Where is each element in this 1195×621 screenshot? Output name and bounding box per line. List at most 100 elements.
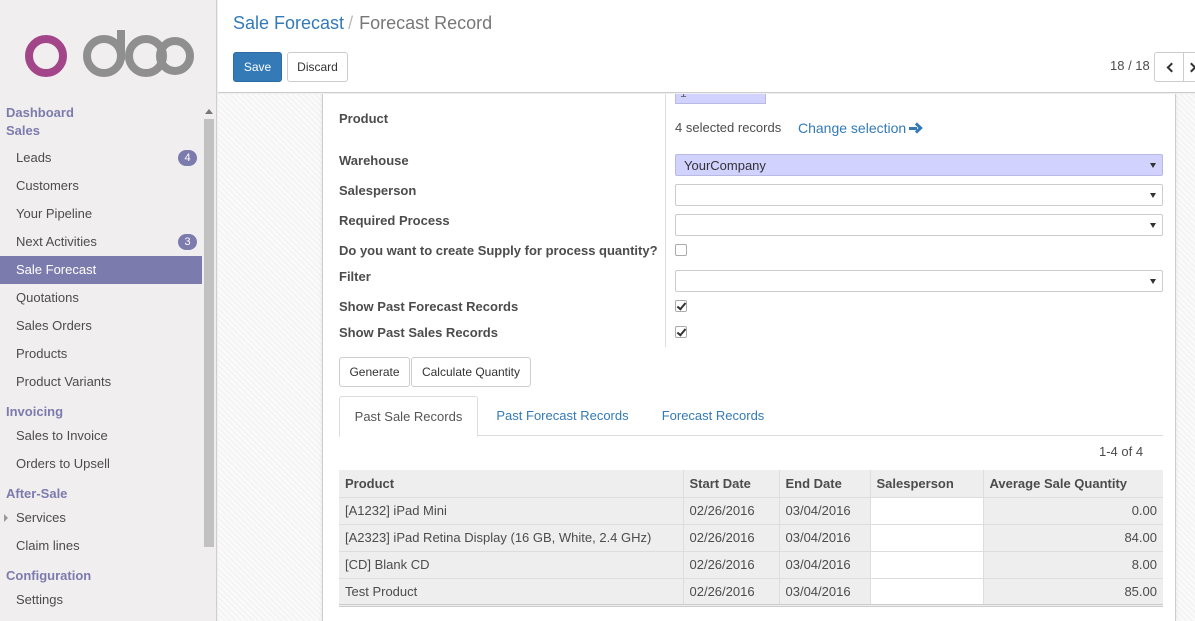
- sidebar-item-orders-to-upsell[interactable]: Orders to Upsell: [0, 450, 202, 478]
- warehouse-label: Warehouse: [339, 153, 409, 168]
- cell-average-quantity: 8.00: [983, 551, 1163, 579]
- menu-section-after-sale[interactable]: After-Sale: [0, 484, 202, 504]
- past-sales-label: Show Past Sales Records: [339, 325, 498, 340]
- table-footer: [339, 604, 1163, 607]
- scroll-up-arrow-icon[interactable]: [205, 109, 213, 114]
- required-process-select[interactable]: [675, 214, 1163, 236]
- quantity-input[interactable]: 1: [675, 94, 766, 104]
- sidebar-item-products[interactable]: Products: [0, 340, 202, 368]
- sidebar-item-label: Next Activities: [16, 234, 97, 249]
- supply-label: Do you want to create Supply for process…: [339, 243, 658, 258]
- change-selection-link[interactable]: Change selection: [798, 120, 920, 136]
- cell-end-date: 03/04/2016: [779, 524, 871, 552]
- menu-section-sales[interactable]: Sales: [0, 122, 202, 140]
- sidebar-item-quotations[interactable]: Quotations: [0, 284, 202, 312]
- save-button[interactable]: Save: [233, 52, 282, 82]
- sidebar-item-sale-forecast[interactable]: Sale Forecast: [0, 256, 202, 284]
- sidebar-item-sales-orders[interactable]: Sales Orders: [0, 312, 202, 340]
- sidebar-item-label: Customers: [16, 178, 79, 193]
- chevron-right-icon: [1186, 62, 1195, 73]
- calculate-quantity-button[interactable]: Calculate Quantity: [411, 357, 531, 387]
- cell-product: [CD] Blank CD: [339, 551, 684, 579]
- sidebar-item-label: Claim lines: [16, 538, 80, 553]
- dropdown-caret-icon: [1150, 223, 1156, 228]
- sidebar-item-sales-to-invoice[interactable]: Sales to Invoice: [0, 422, 202, 450]
- cell-product: [A1232] iPad Mini: [339, 497, 684, 525]
- activities-count-badge: 3: [178, 234, 197, 250]
- expand-caret-icon[interactable]: [4, 514, 8, 522]
- column-header-end-date[interactable]: End Date: [779, 470, 871, 498]
- salesperson-select[interactable]: [675, 184, 1163, 206]
- menu-section-dashboard[interactable]: Dashboard: [0, 104, 202, 122]
- change-selection-label: Change selection: [798, 120, 907, 136]
- scrollbar-thumb[interactable]: [204, 119, 214, 547]
- menu-section-configuration[interactable]: Configuration: [0, 566, 202, 586]
- cell-start-date: 02/26/2016: [683, 524, 780, 552]
- warehouse-select[interactable]: YourCompany: [675, 154, 1163, 176]
- records-pager[interactable]: 1-4 of 4: [1099, 444, 1143, 459]
- generate-button[interactable]: Generate: [339, 357, 410, 387]
- table-row[interactable]: [CD] Blank CD 02/26/2016 03/04/2016 8.00: [339, 551, 1163, 579]
- cell-start-date: 02/26/2016: [683, 497, 780, 525]
- sidebar-item-services[interactable]: Services: [0, 504, 202, 532]
- sidebar-menu: Dashboard Sales Leads 4 Customers Your P…: [0, 104, 202, 614]
- breadcrumb-parent-link[interactable]: Sale Forecast: [233, 13, 344, 33]
- table-row[interactable]: [A1232] iPad Mini 02/26/2016 03/04/2016 …: [339, 497, 1163, 525]
- sidebar-item-label: Leads: [16, 150, 52, 165]
- cell-salesperson: [870, 524, 984, 552]
- dropdown-caret-icon: [1150, 163, 1156, 168]
- sidebar-item-claim-lines[interactable]: Claim lines: [0, 532, 202, 560]
- column-header-start-date[interactable]: Start Date: [683, 470, 780, 498]
- column-header-salesperson[interactable]: Salesperson: [870, 470, 984, 498]
- sidebar-item-product-variants[interactable]: Product Variants: [0, 368, 202, 396]
- column-header-average-sale-quantity[interactable]: Average Sale Quantity: [983, 470, 1163, 498]
- filter-select[interactable]: [675, 270, 1163, 292]
- dropdown-caret-icon: [1150, 279, 1156, 284]
- sidebar-item-label: Product Variants: [16, 374, 112, 389]
- odoo-logo[interactable]: [24, 30, 194, 82]
- cell-start-date: 02/26/2016: [683, 578, 780, 606]
- table-row[interactable]: Test Product 02/26/2016 03/04/2016 85.00: [339, 578, 1163, 606]
- cell-end-date: 03/04/2016: [779, 551, 871, 579]
- tab-past-forecast-records[interactable]: Past Forecast Records: [479, 396, 646, 436]
- sidebar-item-settings[interactable]: Settings: [0, 586, 202, 614]
- column-header-product[interactable]: Product: [339, 470, 684, 498]
- tab-past-sale-records[interactable]: Past Sale Records: [339, 396, 478, 437]
- sidebar: Dashboard Sales Leads 4 Customers Your P…: [0, 0, 217, 621]
- cell-product: [A2323] iPad Retina Display (16 GB, Whit…: [339, 524, 684, 552]
- pager-value[interactable]: 18 / 18: [1110, 58, 1150, 73]
- sidebar-item-leads[interactable]: Leads 4: [0, 144, 202, 172]
- cell-salesperson: [870, 551, 984, 579]
- pager-next-button[interactable]: [1183, 52, 1195, 82]
- supply-checkbox[interactable]: [675, 244, 687, 256]
- pager-previous-button[interactable]: [1154, 52, 1184, 82]
- leads-count-badge: 4: [178, 150, 197, 166]
- table-header-row: Product Start Date End Date Salesperson …: [339, 470, 1163, 498]
- tab-forecast-records[interactable]: Forecast Records: [648, 396, 778, 436]
- table-row[interactable]: [A2323] iPad Retina Display (16 GB, Whit…: [339, 524, 1163, 552]
- cell-product: Test Product: [339, 578, 684, 606]
- form-sheet: 1 Product 4 selected records Change sele…: [322, 94, 1176, 621]
- filter-label: Filter: [339, 269, 371, 284]
- breadcrumb: Sale Forecast / Forecast Record: [233, 13, 492, 34]
- sidebar-item-label: Products: [16, 346, 68, 361]
- breadcrumb-separator: /: [348, 13, 354, 33]
- cell-salesperson: [870, 497, 984, 525]
- sidebar-item-label: Sales to Invoice: [16, 428, 108, 443]
- past-sales-checkbox[interactable]: [675, 326, 687, 338]
- sidebar-item-next-activities[interactable]: Next Activities 3: [0, 228, 202, 256]
- sidebar-item-label: Sales Orders: [16, 318, 92, 333]
- sidebar-item-label: Orders to Upsell: [16, 456, 110, 471]
- sidebar-item-customers[interactable]: Customers: [0, 172, 202, 200]
- form-view: 1 Product 4 selected records Change sele…: [218, 94, 1195, 621]
- cell-average-quantity: 85.00: [983, 578, 1163, 606]
- past-forecast-checkbox[interactable]: [675, 300, 687, 312]
- breadcrumb-current: Forecast Record: [359, 13, 493, 33]
- sidebar-item-label: Quotations: [16, 290, 79, 305]
- discard-button[interactable]: Discard: [287, 52, 348, 82]
- cell-salesperson: [870, 578, 984, 606]
- sidebar-item-your-pipeline[interactable]: Your Pipeline: [0, 200, 202, 228]
- sidebar-item-label: Services: [16, 510, 66, 525]
- sidebar-scrollbar[interactable]: [203, 107, 215, 621]
- menu-section-invoicing[interactable]: Invoicing: [0, 402, 202, 422]
